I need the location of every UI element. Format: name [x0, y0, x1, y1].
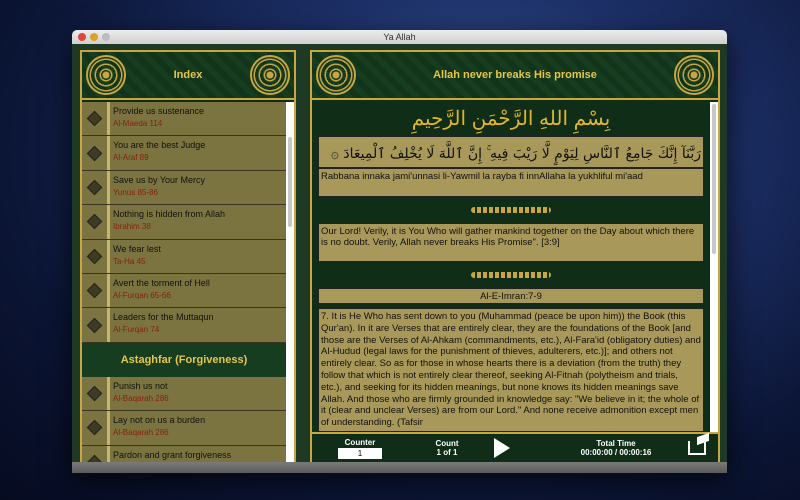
index-list-item[interactable]: Pardon and grant forgiveness [82, 445, 286, 462]
item-reference: Al-Baqarah 286 [113, 428, 169, 438]
index-list-item[interactable]: Lay not on us a burden Al-Baqarah 286 [82, 411, 286, 446]
index-title: Index [173, 69, 203, 81]
index-list-item[interactable]: Nothing is hidden from Allah Ibrahim 38 [82, 205, 286, 240]
app-window: Ya Allah Index Provide us sustenance Al-M… [72, 30, 727, 473]
translation: Our Lord! Verily, it is You Who will gat… [318, 223, 704, 262]
item-title: You are the best Judge [113, 140, 206, 151]
index-list-item[interactable]: Avert the torment of Hell Al-Furqan 65-66 [82, 273, 286, 309]
detail-panel: Allah never breaks His promise بِسْمِ ال… [310, 50, 720, 464]
index-list-item[interactable]: Leaders for the Muttaqun Al-Furqan 74 [82, 308, 286, 343]
count-label: Count [435, 439, 459, 448]
ornament-icon [250, 55, 290, 95]
bismillah: بِسْمِ اللهِ الرَّحْمَنِ الرَّحِيمِ [411, 108, 611, 130]
item-reference: Al-Furqan 65-66 [113, 290, 171, 300]
item-reference: Yunus 85-86 [113, 187, 158, 197]
zoom-button[interactable] [102, 33, 110, 41]
window-title: Ya Allah [383, 32, 416, 42]
item-reference: Al-Maeda 114 [113, 119, 163, 128]
index-scrollbar[interactable] [286, 102, 294, 462]
minimize-button[interactable] [90, 33, 98, 41]
index-list-item[interactable]: Punish us not Al-Baqarah 286 [82, 376, 286, 412]
divider-ornament-icon [318, 197, 704, 223]
item-title: Punish us not [113, 380, 168, 391]
ornament-icon [86, 55, 126, 95]
index-list-item[interactable]: You are the best Judge Al-Araf 89 [82, 136, 286, 171]
detail-scrollbar[interactable] [710, 102, 718, 434]
diamond-icon [86, 282, 103, 299]
diamond-icon [86, 214, 103, 230]
diamond-icon [86, 179, 103, 196]
item-title: Lay not on us a burden [113, 415, 206, 426]
tafsir-text: 7. It is He Who has sent down to you (Mu… [318, 308, 704, 432]
share-button[interactable] [682, 432, 718, 455]
diamond-icon [86, 317, 103, 333]
detail-content: بِسْمِ اللهِ الرَّحْمَنِ الرَّحِيمِ رَبَ… [312, 102, 710, 434]
window-bottom-bar [72, 462, 727, 473]
ornament-icon [674, 55, 714, 95]
diamond-icon [86, 385, 103, 402]
time-label: Total Time [596, 439, 636, 448]
index-list-item[interactable]: Provide us sustenance Al-Maeda 114 [82, 102, 286, 137]
item-reference: Al-Furqan 74 [113, 325, 160, 335]
item-title: Avert the torment of Hell [113, 277, 210, 288]
item-reference: Al-Araf 89 [113, 153, 149, 163]
index-panel: Index Provide us sustenance Al-Maeda 114 Y… [80, 50, 296, 464]
item-title: Nothing is hidden from Allah [113, 209, 226, 220]
counter-input[interactable]: 1 [338, 447, 382, 459]
play-button[interactable] [482, 438, 522, 458]
item-reference: Al-Baqarah 286 [113, 393, 169, 403]
index-list-item[interactable]: Save us by Your Mercy Yunus 85-86 [82, 170, 286, 206]
player-bar: Counter 1 Count 1 of 1 Total Time 00:00:00… [312, 432, 718, 462]
diamond-icon [86, 248, 103, 265]
item-title: Save us by Your Mercy [113, 174, 206, 185]
transliteration: Rabbana innaka jami'unnasi li-Yawmil la … [318, 168, 704, 197]
title-bar: Ya Allah [72, 30, 727, 44]
item-title: Leaders for the Muttaqun [113, 312, 214, 323]
share-icon [688, 432, 709, 455]
diamond-icon [86, 454, 103, 462]
item-title: We fear lest [113, 243, 161, 254]
counter-label: Counter [344, 437, 376, 447]
time-value: 00:00:00 / 00:00:16 [580, 448, 652, 457]
ornament-icon [316, 55, 356, 95]
item-title: Provide us sustenance [113, 106, 205, 116]
diamond-icon [86, 145, 103, 161]
divider-ornament-icon [318, 262, 704, 288]
item-reference: Ta-Ha 45 [113, 256, 146, 266]
diamond-icon [86, 420, 103, 436]
play-icon [494, 438, 510, 458]
arabic-text: رَبَّنَآ إِنَّكَ جَامِعُ ٱلنَّاسِ لِيَوْ… [318, 136, 704, 168]
detail-title: Allah never breaks His promise [433, 69, 597, 81]
diamond-icon [86, 110, 103, 127]
index-list-item[interactable]: We fear lest Ta-Ha 45 [82, 239, 286, 274]
close-button[interactable] [78, 33, 86, 41]
section-header: Astaghfar (Forgiveness) [82, 342, 286, 377]
item-reference: Ibrahim 38 [113, 222, 151, 232]
count-value: 1 of 1 [436, 448, 458, 457]
index-list: Provide us sustenance Al-Maeda 114 You are… [82, 102, 286, 462]
item-title: Pardon and grant forgiveness [113, 449, 232, 460]
verse-reference: Al-E-Imran:7-9 [318, 288, 704, 304]
